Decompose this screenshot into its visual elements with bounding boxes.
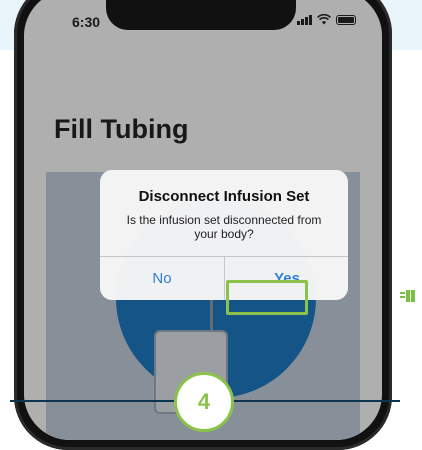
status-time: 6:30 — [72, 14, 101, 30]
step-number-badge: 4 — [174, 372, 234, 432]
signal-icon — [297, 14, 312, 25]
phone-notch — [106, 0, 296, 30]
status-icons — [297, 14, 356, 25]
yes-button-highlight — [226, 280, 308, 315]
battery-charging-icon — [400, 290, 415, 302]
no-button[interactable]: No — [100, 257, 224, 300]
alert-dialog: Disconnect Infusion Set Is the infusion … — [100, 170, 348, 300]
alert-message: Is the infusion set disconnected from yo… — [126, 213, 322, 241]
wifi-icon — [317, 14, 331, 25]
battery-icon — [336, 14, 356, 25]
alert-title: Disconnect Infusion Set — [138, 188, 310, 205]
